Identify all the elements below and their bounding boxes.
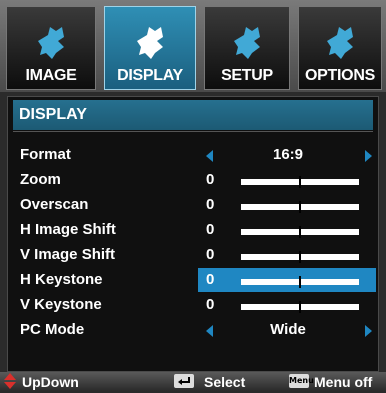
enter-key-icon [174,374,194,388]
slider-track[interactable] [241,276,359,288]
menu-row-format[interactable]: Format 16:9 [8,143,378,167]
updown-arrow-icon [4,373,16,389]
slider-knob[interactable] [299,176,301,188]
menu-value: Wide [270,321,306,338]
slider-knob[interactable] [299,226,301,238]
menu-label: Zoom [20,171,61,188]
tab-display[interactable]: DISPLAY [104,6,196,90]
menu-row-pc-mode[interactable]: PC Mode Wide [8,318,378,342]
menu-off-hint: Menu off [314,374,373,390]
menu-row-overscan[interactable]: Overscan 0 [8,193,378,217]
section-title: DISPLAY [13,100,373,130]
menu-label: H Keystone [20,271,103,288]
slider-knob[interactable] [299,276,301,288]
menu-value: 0 [206,171,215,188]
menu-label: Overscan [20,196,89,213]
puzzle-icon [234,27,260,59]
slider-track[interactable] [241,301,359,313]
menu-value: 0 [206,246,215,263]
puzzle-icon [137,27,163,59]
osd-menu: IMAGE DISPLAY SETUP OPTIONS DISPLAY Form… [0,0,386,391]
puzzle-icon [327,27,353,59]
menu-label: V Keystone [20,296,102,313]
slider-knob[interactable] [299,251,301,263]
select-hint: Select [204,374,246,390]
menu-key-icon: Menu [289,374,314,388]
tab-setup[interactable]: SETUP [204,6,290,90]
tab-label: DISPLAY [117,67,183,84]
arrow-right-icon[interactable] [365,150,372,162]
slider-knob[interactable] [299,201,301,213]
slider-track[interactable] [241,176,359,188]
menu-row-h-keystone[interactable]: H Keystone 0 [8,268,378,292]
tab-bar: IMAGE DISPLAY SETUP OPTIONS [0,0,386,92]
menu-panel: DISPLAY Format 16:9 Zoom 0 Overscan 0 H … [7,96,379,372]
menu-row-zoom[interactable]: Zoom 0 [8,168,378,192]
slider-track[interactable] [241,226,359,238]
menu-value: 16:9 [272,146,304,163]
slider-track[interactable] [241,251,359,263]
menu-label: V Image Shift [20,246,116,263]
slider-track[interactable] [241,201,359,213]
menu-value: 0 [206,196,215,213]
menu-row-h-image-shift[interactable]: H Image Shift 0 [8,218,378,242]
tab-options[interactable]: OPTIONS [298,6,382,90]
menu-row-v-image-shift[interactable]: V Image Shift 0 [8,243,378,267]
menu-label: PC Mode [20,321,85,338]
menu-label: Format [20,146,71,163]
updown-hint: UpDown [22,374,79,390]
menu-value: 0 [206,271,215,288]
menu-value: 0 [206,221,215,238]
tab-label: OPTIONS [305,67,375,84]
menu-value: 0 [206,296,215,313]
footer-hint-bar: UpDown Select Menu Menu off [0,372,386,391]
puzzle-icon [38,27,64,59]
tab-image[interactable]: IMAGE [6,6,96,90]
tab-label: IMAGE [25,67,77,84]
divider [13,131,373,132]
slider-knob[interactable] [299,301,301,313]
menu-label: H Image Shift [20,221,116,238]
arrow-right-icon[interactable] [365,325,372,337]
tab-label: SETUP [221,67,273,84]
menu-row-v-keystone[interactable]: V Keystone 0 [8,293,378,317]
